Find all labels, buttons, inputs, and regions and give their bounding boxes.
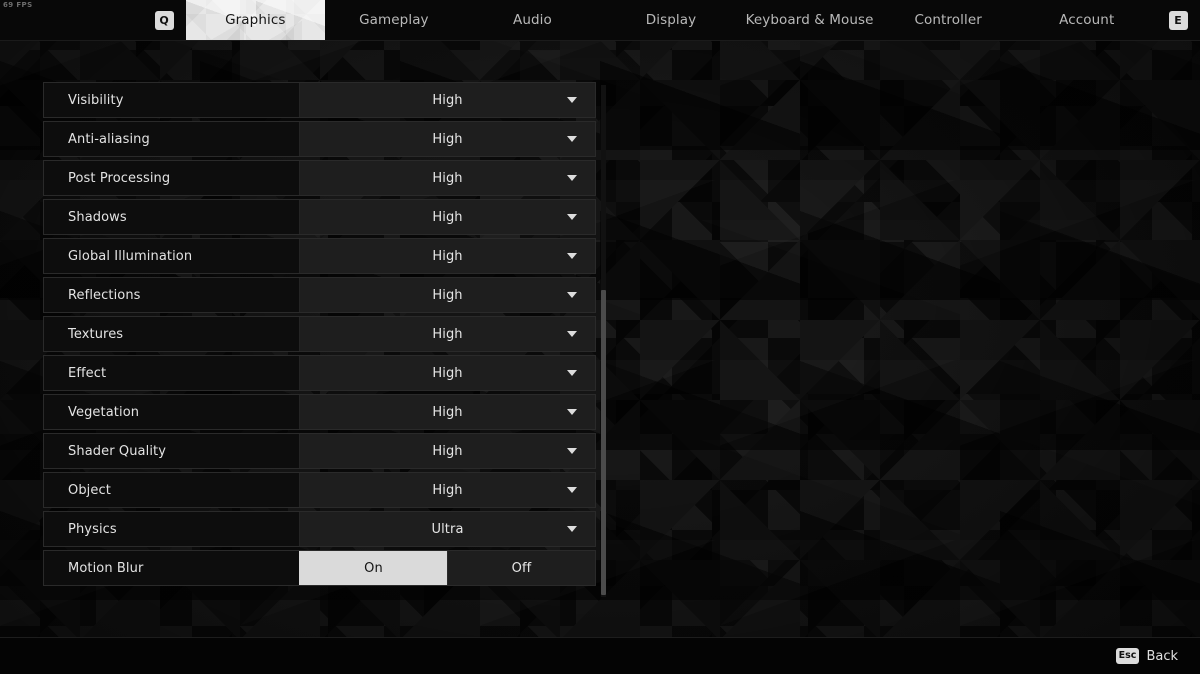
setting-value: High bbox=[432, 326, 463, 342]
setting-dropdown-reflections[interactable]: High bbox=[299, 278, 595, 312]
graphics-settings-list: Visibility High Anti-aliasing High Post Proc… bbox=[43, 82, 596, 589]
setting-row-global-illumination[interactable]: Global Illumination High bbox=[43, 238, 596, 274]
tab-label: Audio bbox=[513, 12, 552, 28]
toggle-option-off[interactable]: Off bbox=[447, 551, 595, 585]
chevron-down-icon bbox=[567, 175, 577, 181]
chevron-down-icon bbox=[567, 487, 577, 493]
tab-account[interactable]: Account bbox=[1017, 0, 1156, 40]
setting-dropdown-effect[interactable]: High bbox=[299, 356, 595, 390]
setting-row-reflections[interactable]: Reflections High bbox=[43, 277, 596, 313]
setting-dropdown-physics[interactable]: Ultra bbox=[299, 512, 595, 546]
setting-label: Anti-aliasing bbox=[44, 122, 299, 156]
setting-label: Post Processing bbox=[44, 161, 299, 195]
chevron-down-icon bbox=[567, 526, 577, 532]
setting-row-shadows[interactable]: Shadows High bbox=[43, 199, 596, 235]
setting-value: High bbox=[432, 482, 463, 498]
bottom-action-bar: Esc Back bbox=[0, 637, 1200, 674]
tab-label: Keyboard & Mouse bbox=[745, 12, 874, 28]
chevron-down-icon bbox=[567, 214, 577, 220]
chevron-down-icon bbox=[567, 370, 577, 376]
setting-label: Shadows bbox=[44, 200, 299, 234]
setting-row-textures[interactable]: Textures High bbox=[43, 316, 596, 352]
back-label: Back bbox=[1146, 648, 1178, 664]
tab-label: Account bbox=[1059, 12, 1115, 28]
tab-list: Graphics Gameplay Audio Display Keyboard & M… bbox=[186, 0, 1156, 40]
setting-row-motion-blur[interactable]: Motion Blur On Off bbox=[43, 550, 596, 586]
setting-toggle-motion-blur: On Off bbox=[299, 551, 595, 585]
setting-dropdown-shadows[interactable]: High bbox=[299, 200, 595, 234]
toggle-option-on[interactable]: On bbox=[299, 551, 447, 585]
scrollbar-thumb[interactable] bbox=[601, 290, 606, 595]
tab-label: Graphics bbox=[225, 12, 286, 28]
setting-value: High bbox=[432, 365, 463, 381]
setting-dropdown-shader-quality[interactable]: High bbox=[299, 434, 595, 468]
chevron-down-icon bbox=[567, 292, 577, 298]
setting-row-vegetation[interactable]: Vegetation High bbox=[43, 394, 596, 430]
setting-dropdown-textures[interactable]: High bbox=[299, 317, 595, 351]
setting-label: Reflections bbox=[44, 278, 299, 312]
setting-label: Visibility bbox=[44, 83, 299, 117]
setting-label: Motion Blur bbox=[44, 551, 299, 585]
setting-row-physics[interactable]: Physics Ultra bbox=[43, 511, 596, 547]
next-tab-hint[interactable]: E bbox=[1156, 0, 1200, 40]
tab-keyboard-mouse[interactable]: Keyboard & Mouse bbox=[740, 0, 879, 40]
setting-row-shader-quality[interactable]: Shader Quality High bbox=[43, 433, 596, 469]
setting-dropdown-anti-aliasing[interactable]: High bbox=[299, 122, 595, 156]
tab-gameplay[interactable]: Gameplay bbox=[325, 0, 464, 40]
tab-label: Display bbox=[645, 12, 697, 28]
setting-dropdown-object[interactable]: High bbox=[299, 473, 595, 507]
chevron-down-icon bbox=[567, 409, 577, 415]
chevron-down-icon bbox=[567, 136, 577, 142]
game-settings-screen: 69 FPS Q Graphics Gameplay Audio Display Key… bbox=[0, 0, 1200, 674]
setting-dropdown-visibility[interactable]: High bbox=[299, 83, 595, 117]
settings-tab-bar: Q Graphics Gameplay Audio Display Keyboard &… bbox=[0, 0, 1200, 41]
setting-value: High bbox=[432, 404, 463, 420]
setting-label: Shader Quality bbox=[44, 434, 299, 468]
setting-label: Physics bbox=[44, 512, 299, 546]
tab-display[interactable]: Display bbox=[602, 0, 741, 40]
tab-label: Controller bbox=[914, 12, 982, 28]
setting-value: High bbox=[432, 131, 463, 147]
setting-value: High bbox=[432, 92, 463, 108]
setting-label: Effect bbox=[44, 356, 299, 390]
setting-label: Vegetation bbox=[44, 395, 299, 429]
chevron-down-icon bbox=[567, 97, 577, 103]
setting-label: Textures bbox=[44, 317, 299, 351]
setting-value: High bbox=[432, 209, 463, 225]
setting-value: High bbox=[432, 170, 463, 186]
tab-graphics[interactable]: Graphics bbox=[186, 0, 325, 40]
setting-label: Global Illumination bbox=[44, 239, 299, 273]
tab-controller[interactable]: Controller bbox=[879, 0, 1018, 40]
setting-dropdown-vegetation[interactable]: High bbox=[299, 395, 595, 429]
setting-value: Ultra bbox=[431, 521, 464, 537]
setting-row-anti-aliasing[interactable]: Anti-aliasing High bbox=[43, 121, 596, 157]
key-badge-q: Q bbox=[154, 10, 174, 30]
setting-value: High bbox=[432, 287, 463, 303]
chevron-down-icon bbox=[567, 448, 577, 454]
key-badge-esc: Esc bbox=[1115, 648, 1140, 664]
tab-label: Gameplay bbox=[359, 12, 429, 28]
segmented-control: On Off bbox=[299, 551, 595, 585]
setting-row-object[interactable]: Object High bbox=[43, 472, 596, 508]
setting-label: Object bbox=[44, 473, 299, 507]
setting-value: High bbox=[432, 248, 463, 264]
chevron-down-icon bbox=[567, 331, 577, 337]
key-badge-e: E bbox=[1168, 10, 1188, 30]
setting-dropdown-post-processing[interactable]: High bbox=[299, 161, 595, 195]
setting-value: High bbox=[432, 443, 463, 459]
setting-row-effect[interactable]: Effect High bbox=[43, 355, 596, 391]
back-button[interactable]: Esc Back bbox=[1115, 648, 1178, 664]
tab-audio[interactable]: Audio bbox=[463, 0, 602, 40]
chevron-down-icon bbox=[567, 253, 577, 259]
prev-tab-hint[interactable]: Q bbox=[142, 0, 186, 40]
setting-row-visibility[interactable]: Visibility High bbox=[43, 82, 596, 118]
setting-row-post-processing[interactable]: Post Processing High bbox=[43, 160, 596, 196]
fps-counter: 69 FPS bbox=[3, 1, 33, 9]
setting-dropdown-global-illumination[interactable]: High bbox=[299, 239, 595, 273]
